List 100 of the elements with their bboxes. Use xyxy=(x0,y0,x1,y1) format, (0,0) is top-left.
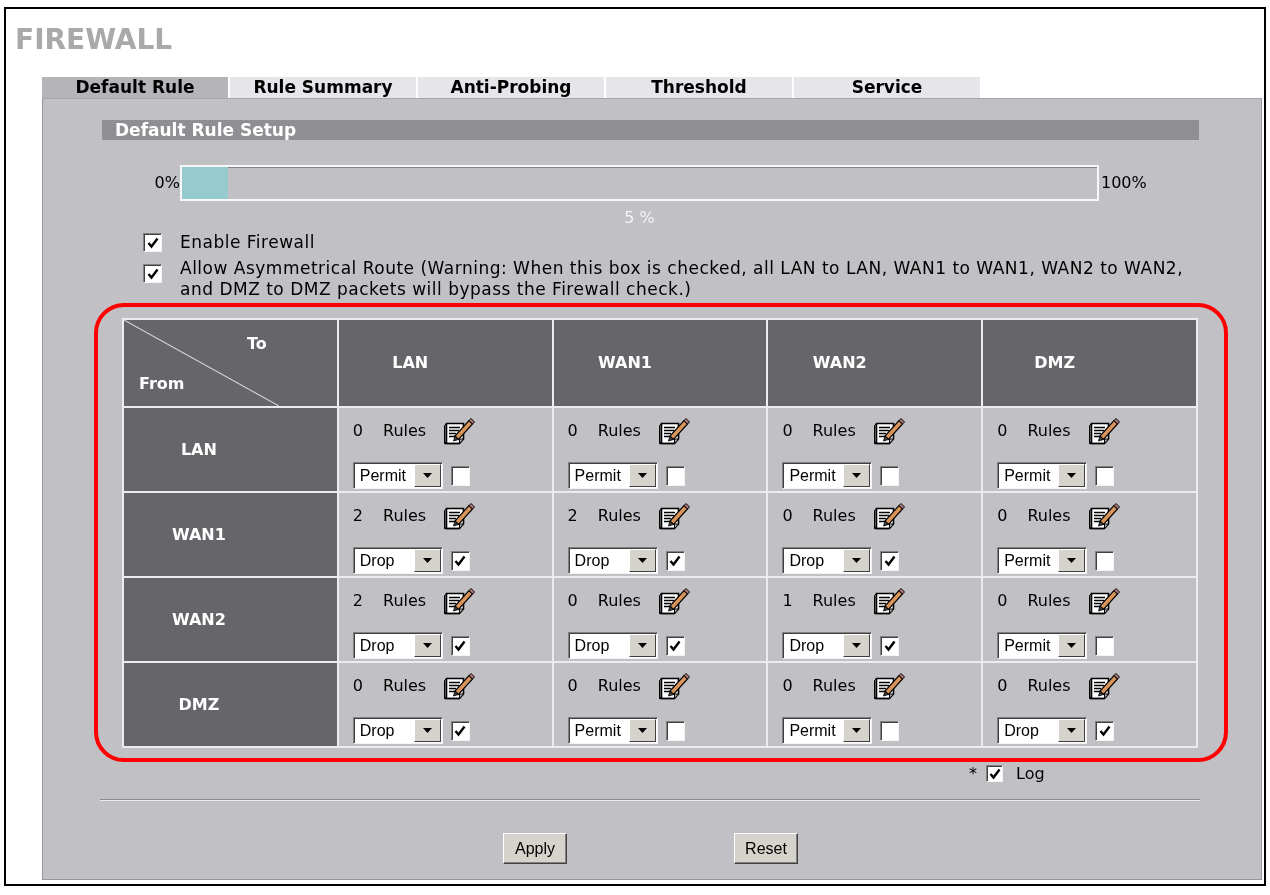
action-dropdown[interactable]: Permit xyxy=(997,547,1088,574)
rule-unit-label: Rules xyxy=(383,506,427,526)
row-header: LAN xyxy=(123,407,338,492)
notepad-pencil-icon[interactable] xyxy=(657,672,690,700)
column-header: DMZ xyxy=(982,319,1197,407)
rule-count: 0 xyxy=(352,676,363,696)
column-header: LAN xyxy=(337,319,553,407)
rule-count: 0 xyxy=(997,506,1008,526)
rule-count: 0 xyxy=(782,421,793,441)
rule-unit-label: Rules xyxy=(1027,591,1071,611)
log-checkbox[interactable] xyxy=(450,635,470,656)
log-checkbox[interactable] xyxy=(880,635,900,656)
log-checkbox[interactable] xyxy=(880,720,900,741)
percent-label: 0% xyxy=(153,173,180,193)
checkbox-label: Enable Firewall xyxy=(180,233,315,252)
section-header: Default Rule Setup xyxy=(102,120,1199,140)
page-title: FIREWALL xyxy=(15,24,173,56)
tab[interactable]: Anti-Probing xyxy=(418,77,604,98)
rule-count: 0 xyxy=(782,506,793,526)
rule-count: 2 xyxy=(352,506,363,526)
log-checkbox[interactable] xyxy=(880,550,900,571)
notepad-pencil-icon[interactable] xyxy=(657,587,690,615)
rule-count: 0 xyxy=(567,591,578,611)
action-dropdown[interactable]: Permit xyxy=(997,462,1088,489)
row-header: DMZ xyxy=(123,662,338,747)
notepad-pencil-icon[interactable] xyxy=(1087,417,1120,445)
action-dropdown[interactable]: Drop xyxy=(567,632,658,659)
notepad-pencil-icon[interactable] xyxy=(872,672,905,700)
notepad-pencil-icon[interactable] xyxy=(1087,502,1120,530)
log-checkbox[interactable] xyxy=(450,720,470,741)
column-header: WAN2 xyxy=(767,319,983,407)
notepad-pencil-icon[interactable] xyxy=(657,417,690,445)
action-dropdown[interactable]: Drop xyxy=(567,547,658,574)
rule-unit-label: Rules xyxy=(597,591,641,611)
log-checkbox[interactable] xyxy=(986,765,1003,782)
rule-unit-label: Rules xyxy=(812,676,856,696)
notepad-pencil-icon[interactable] xyxy=(443,587,476,615)
rule-unit-label: Rules xyxy=(1027,506,1071,526)
rule-unit-label: Rules xyxy=(597,506,641,526)
notepad-pencil-icon[interactable] xyxy=(443,502,476,530)
rule-unit-label: Rules xyxy=(383,421,427,441)
rule-unit-label: Rules xyxy=(812,421,856,441)
apply-button[interactable]: Apply xyxy=(503,833,567,864)
rule-unit-label: Rules xyxy=(597,421,641,441)
notepad-pencil-icon[interactable] xyxy=(443,672,476,700)
action-dropdown[interactable]: Permit xyxy=(567,462,658,489)
log-checkbox[interactable] xyxy=(450,465,470,486)
checkbox-label: Allow Asymmetrical Route (Warning: When this box is checked, all LAN to LAN, WAN1 to WAN1, WAN2 to WAN2, and DMZ to DMZ packets will bypass the Firewall check.) xyxy=(180,258,1185,300)
tab[interactable]: Service xyxy=(794,77,980,98)
log-checkbox[interactable] xyxy=(665,465,685,486)
rule-count: 0 xyxy=(567,676,578,696)
rule-unit-label: Rules xyxy=(1027,676,1071,696)
log-checkbox[interactable] xyxy=(665,550,685,571)
to-label: To xyxy=(247,335,267,353)
action-dropdown[interactable]: Drop xyxy=(782,547,873,574)
log-checkbox[interactable] xyxy=(880,465,900,486)
from-label: From xyxy=(139,375,185,393)
notepad-pencil-icon[interactable] xyxy=(443,417,476,445)
rule-unit-label: Rules xyxy=(383,591,427,611)
checkbox[interactable] xyxy=(143,264,162,283)
tab[interactable]: Rule Summary xyxy=(230,77,416,98)
checkbox[interactable] xyxy=(143,233,162,252)
notepad-pencil-icon[interactable] xyxy=(1087,587,1120,615)
column-header: WAN1 xyxy=(552,319,768,407)
log-checkbox[interactable] xyxy=(1095,465,1115,486)
action-dropdown[interactable]: Permit xyxy=(782,462,873,489)
notepad-pencil-icon[interactable] xyxy=(872,502,905,530)
tab[interactable]: Default Rule xyxy=(42,77,228,98)
action-dropdown[interactable]: Drop xyxy=(352,632,443,659)
action-dropdown[interactable]: Drop xyxy=(352,547,443,574)
log-label: Log xyxy=(1016,763,1045,784)
percent-label: 100% xyxy=(1101,173,1147,193)
action-dropdown[interactable]: Permit xyxy=(782,717,873,744)
log-checkbox[interactable] xyxy=(1095,720,1115,741)
log-checkbox[interactable] xyxy=(665,720,685,741)
action-dropdown[interactable]: Drop xyxy=(997,717,1088,744)
notepad-pencil-icon[interactable] xyxy=(872,587,905,615)
rule-count: 0 xyxy=(997,421,1008,441)
action-dropdown[interactable]: Permit xyxy=(352,462,443,489)
rule-unit-label: Rules xyxy=(1027,421,1071,441)
tab[interactable]: Threshold xyxy=(606,77,792,98)
rule-unit-label: Rules xyxy=(812,591,856,611)
rule-unit-label: Rules xyxy=(383,676,427,696)
action-dropdown[interactable]: Permit xyxy=(567,717,658,744)
action-dropdown[interactable]: Permit xyxy=(997,632,1088,659)
action-dropdown[interactable]: Drop xyxy=(782,632,873,659)
rule-count: 0 xyxy=(352,421,363,441)
action-dropdown[interactable]: Drop xyxy=(352,717,443,744)
log-checkbox[interactable] xyxy=(665,635,685,656)
rule-unit-label: Rules xyxy=(597,676,641,696)
log-checkbox[interactable] xyxy=(1095,550,1115,571)
notepad-pencil-icon[interactable] xyxy=(1087,672,1120,700)
log-checkbox[interactable] xyxy=(450,550,470,571)
rule-count: 1 xyxy=(782,591,793,611)
reset-button[interactable]: Reset xyxy=(734,833,798,864)
notepad-pencil-icon[interactable] xyxy=(872,417,905,445)
row-header: WAN1 xyxy=(123,492,338,577)
notepad-pencil-icon[interactable] xyxy=(657,502,690,530)
log-checkbox[interactable] xyxy=(1095,635,1115,656)
rule-count: 2 xyxy=(352,591,363,611)
